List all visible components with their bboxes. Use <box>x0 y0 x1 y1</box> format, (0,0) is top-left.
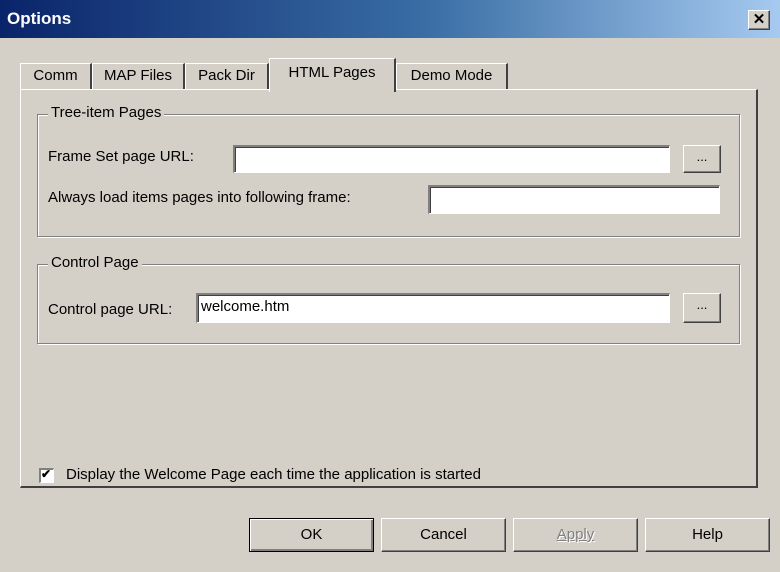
target-frame-input[interactable] <box>428 185 720 214</box>
tab-html-pages-label: HTML Pages <box>288 64 376 81</box>
close-icon: ✕ <box>752 11 766 28</box>
apply-button[interactable]: Apply <box>513 518 638 552</box>
control-page-url-label: Control page URL: <box>48 301 173 318</box>
control-page-legend: Control Page <box>48 254 142 271</box>
tab-demo-mode[interactable]: Demo Mode <box>396 63 508 89</box>
tab-comm[interactable]: Comm <box>20 63 92 89</box>
welcome-checkbox[interactable]: ✔ <box>39 467 54 483</box>
tab-panel-html-pages: Tree-item Pages Frame Set page URL: ... … <box>20 89 758 488</box>
check-icon: ✔ <box>41 467 52 481</box>
tab-html-pages[interactable]: HTML Pages <box>269 58 396 92</box>
tab-demo-mode-label: Demo Mode <box>410 67 493 84</box>
title-bar: Options ✕ <box>0 0 780 38</box>
tab-comm-label: Comm <box>33 67 78 84</box>
control-page-browse-button[interactable]: ... <box>683 293 721 323</box>
ok-button[interactable]: OK <box>249 518 374 552</box>
close-button[interactable]: ✕ <box>748 10 770 30</box>
tab-map-files[interactable]: MAP Files <box>92 63 185 89</box>
control-page-url-input[interactable]: welcome.htm <box>196 293 670 323</box>
tab-pack-dir-label: Pack Dir <box>198 67 255 84</box>
frameset-url-label: Frame Set page URL: <box>48 148 194 165</box>
tree-item-pages-group: Tree-item Pages Frame Set page URL: ... … <box>37 104 740 237</box>
cancel-button[interactable]: Cancel <box>381 518 506 552</box>
apply-button-label: Apply <box>556 526 595 543</box>
frameset-url-input[interactable] <box>233 145 670 173</box>
tab-pack-dir[interactable]: Pack Dir <box>185 63 269 89</box>
frameset-browse-button[interactable]: ... <box>683 145 721 173</box>
tab-map-files-label: MAP Files <box>103 67 173 84</box>
target-frame-label: Always load items pages into following f… <box>48 189 351 206</box>
control-page-group: Control Page Control page URL: welcome.h… <box>37 254 740 344</box>
welcome-checkbox-label[interactable]: Display the Welcome Page each time the a… <box>66 466 481 483</box>
tree-item-pages-legend: Tree-item Pages <box>48 104 165 121</box>
window-title: Options <box>7 9 72 28</box>
help-button[interactable]: Help <box>645 518 770 552</box>
